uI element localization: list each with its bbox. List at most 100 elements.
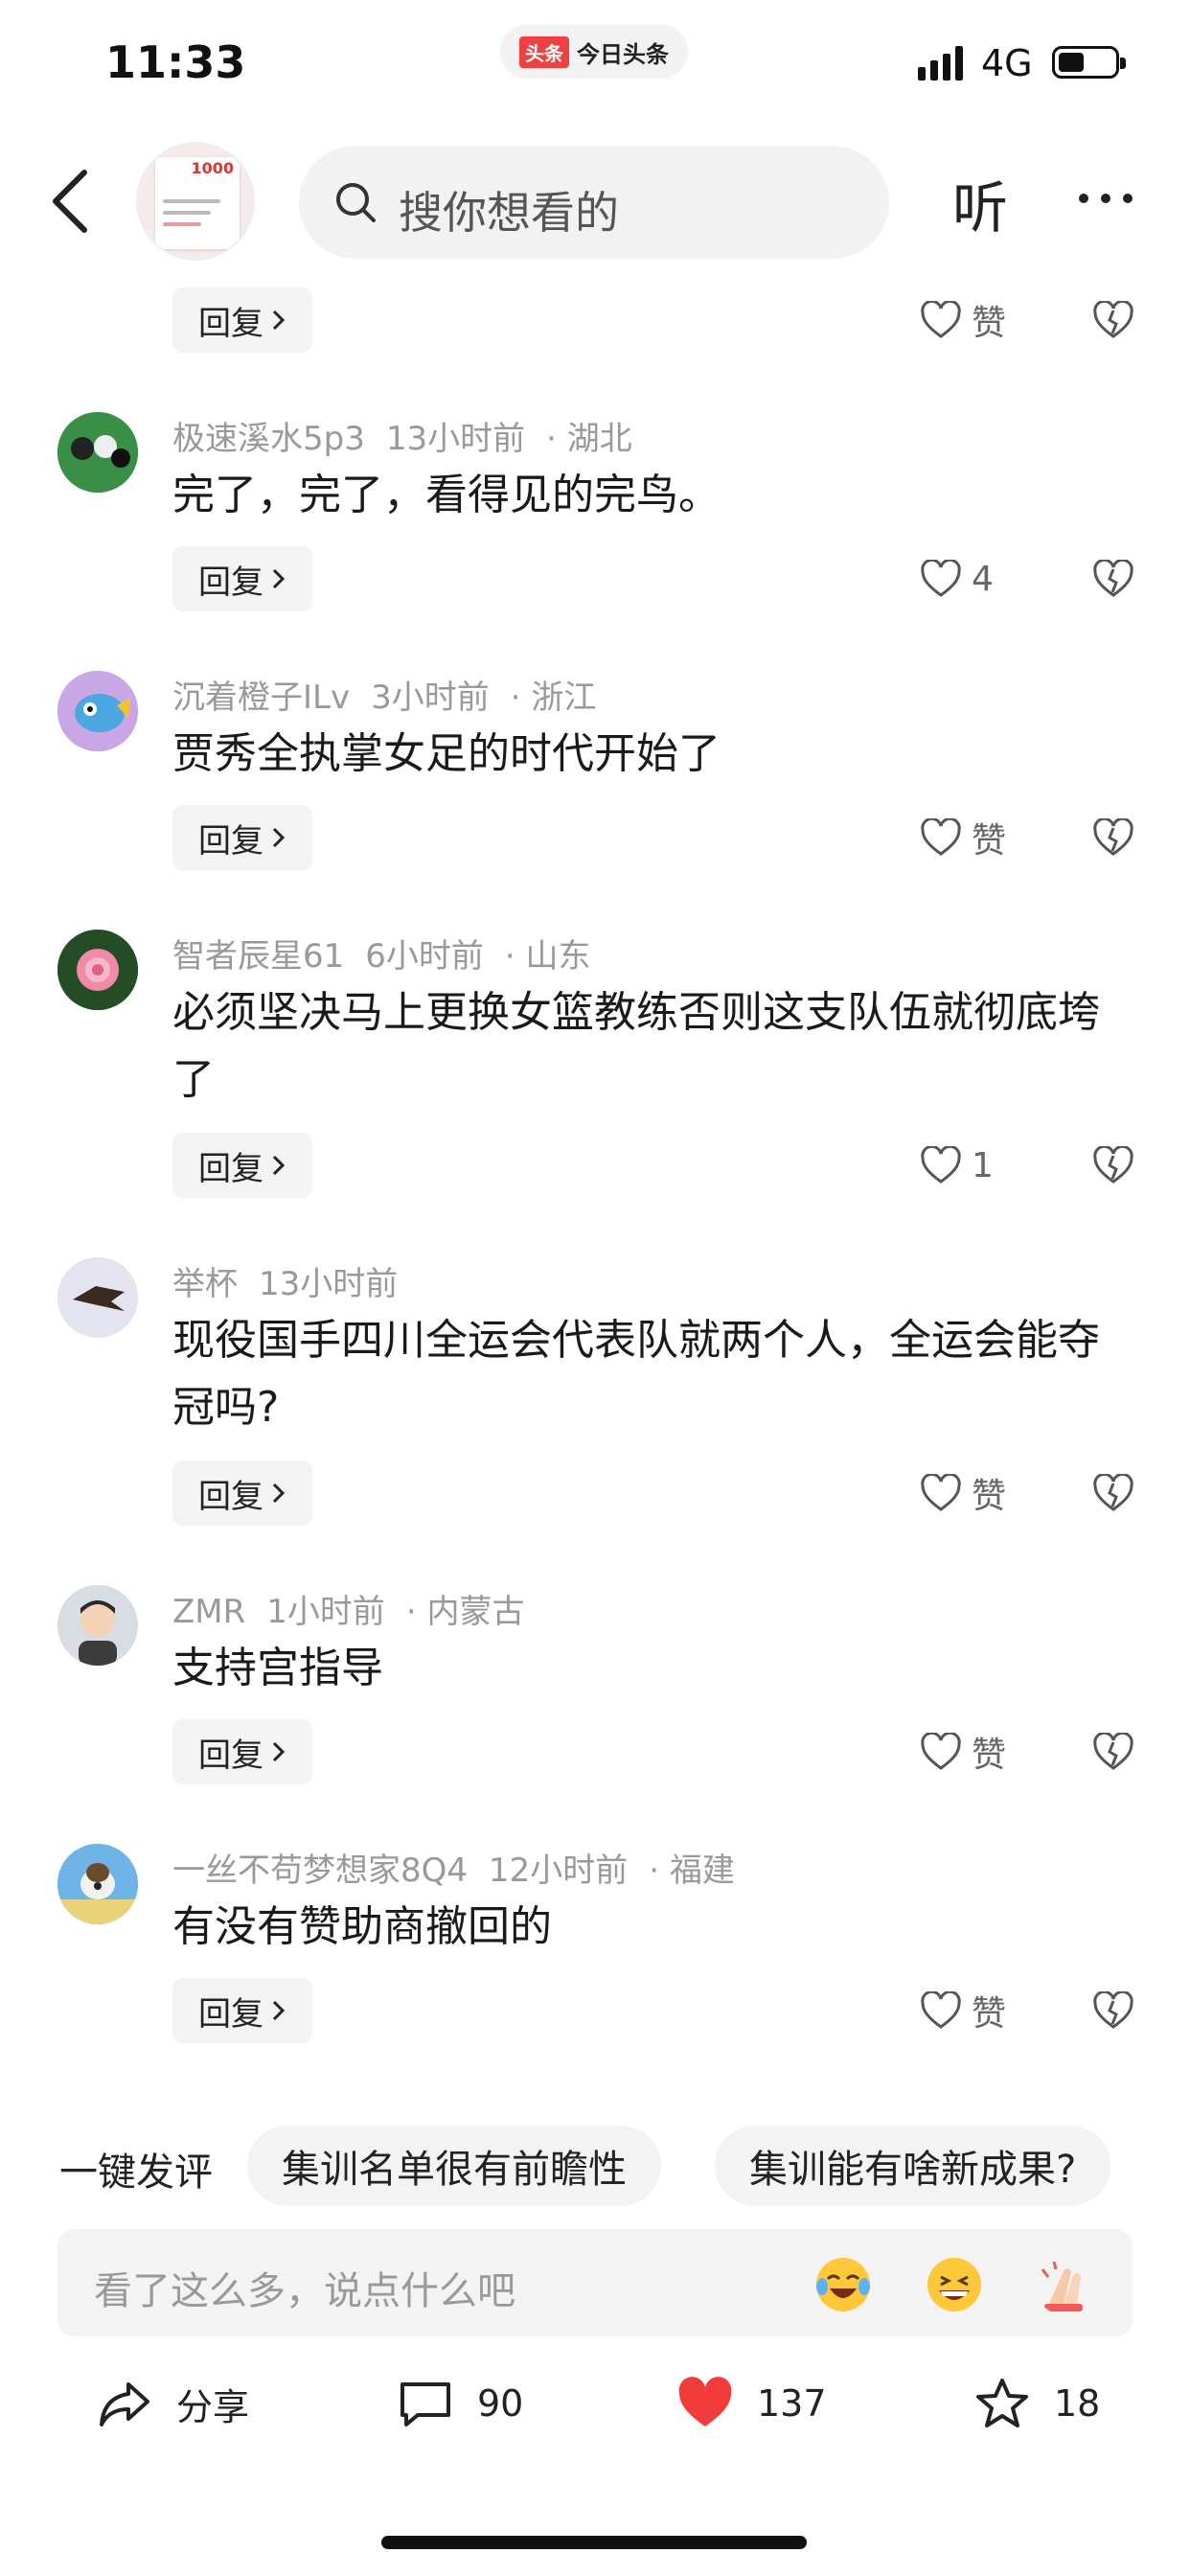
comment-text: 贾秀全执掌女足的时代开始了 <box>172 729 721 778</box>
article-thumbnail[interactable]: 1000 <box>136 142 255 261</box>
app-badge: 头条 <box>519 35 569 68</box>
like-article-button[interactable]: 137 <box>676 2377 827 2430</box>
chevron-right-icon <box>272 568 286 589</box>
avatar[interactable] <box>57 930 138 1010</box>
comment-icon <box>400 2382 450 2426</box>
quick-comment-chip[interactable]: 集训能有啥新成果? <box>715 2126 1111 2206</box>
comment-input[interactable]: 看了这么多，说点什么吧 <box>57 2229 1133 2336</box>
comment-meta: 举杯 13小时前 <box>172 1257 419 1304</box>
reply-button[interactable]: 回复 <box>172 805 312 870</box>
heart-icon <box>921 560 961 597</box>
comment-placeholder: 看了这么多，说点什么吧 <box>94 2269 515 2313</box>
like-count: 赞 <box>972 821 1007 861</box>
home-indicator[interactable] <box>381 2536 807 2549</box>
laughing-crying-emoji-icon[interactable] <box>812 2254 874 2315</box>
broken-heart-icon[interactable] <box>1092 1474 1134 1512</box>
like-button[interactable]: 赞 <box>920 805 1006 870</box>
reply-button[interactable]: 回复 <box>172 1978 312 2043</box>
back-icon[interactable] <box>42 167 100 236</box>
comment-count: 90 <box>477 2382 524 2425</box>
comment-meta: 一丝不苟梦想家8Q4 12小时前 · 福建 <box>172 1844 756 1891</box>
reply-label: 回复 <box>198 821 263 861</box>
like-button[interactable]: 赞 <box>920 288 1006 353</box>
avatar[interactable] <box>57 1257 138 1338</box>
username[interactable]: 沉着橙子ILv <box>172 678 350 717</box>
status-bar: 11:33 头条 今日头条 4G <box>0 0 1190 125</box>
username[interactable]: ZMR <box>172 1593 245 1631</box>
avatar[interactable] <box>57 1844 138 1924</box>
comment-text: 必须坚决马上更换女篮教练否则这支队伍就彻底垮了 <box>172 988 1100 1104</box>
share-button[interactable]: 分享 <box>96 2377 249 2430</box>
comment-meta: ZMR 1小时前 · 内蒙古 <box>172 1585 546 1632</box>
like-count: 4 <box>972 559 994 599</box>
reply-button[interactable]: 回复 <box>172 1133 312 1198</box>
broken-heart-icon[interactable] <box>1092 1991 1134 2030</box>
reply-label: 回复 <box>198 304 263 343</box>
broken-heart-icon[interactable] <box>1092 1733 1134 1771</box>
clapping-hands-icon[interactable] <box>1035 2254 1096 2315</box>
username[interactable]: 智者辰星61 <box>172 937 344 976</box>
reply-button[interactable]: 回复 <box>172 546 312 611</box>
comment-meta: 智者辰星61 6小时前 · 山东 <box>172 930 612 977</box>
reply-label: 回复 <box>198 1736 263 1775</box>
app-indicator: 头条 今日头条 <box>500 25 688 79</box>
search-placeholder: 搜你想看的 <box>399 187 619 239</box>
chevron-right-icon <box>272 310 286 331</box>
chevron-right-icon <box>272 1741 286 1762</box>
username[interactable]: 一丝不苟梦想家8Q4 <box>172 1852 468 1890</box>
broken-heart-icon[interactable] <box>1092 818 1134 857</box>
like-count-total: 137 <box>757 2382 827 2425</box>
like-button[interactable]: 1 <box>920 1133 994 1198</box>
comment-meta: 沉着橙子ILv 3小时前 · 浙江 <box>172 671 617 718</box>
like-button[interactable]: 4 <box>920 546 994 611</box>
more-icon[interactable] <box>1077 192 1134 205</box>
like-count: 赞 <box>972 304 1007 343</box>
comment-time: 13小时前 <box>385 420 526 458</box>
comment-location: · 福建 <box>649 1852 735 1890</box>
like-count: 赞 <box>972 1477 1007 1516</box>
quick-comment-chip[interactable]: 集训名单很有前瞻性 <box>247 2126 661 2206</box>
comment-time: 1小时前 <box>266 1593 385 1631</box>
comment-time: 3小时前 <box>371 678 490 717</box>
reply-label: 回复 <box>198 563 263 602</box>
like-button[interactable]: 赞 <box>920 1460 1006 1526</box>
avatar[interactable] <box>57 412 138 493</box>
listen-button[interactable]: 听 <box>952 163 1008 243</box>
app-name: 今日头条 <box>577 40 669 68</box>
reply-button[interactable]: 回复 <box>172 1719 312 1784</box>
signal-icon <box>918 46 963 80</box>
reply-button[interactable]: 回复 <box>172 1460 312 1526</box>
share-icon <box>100 2382 149 2426</box>
username[interactable]: 极速溪水5p3 <box>172 420 365 458</box>
battery-icon <box>1052 46 1126 79</box>
network-type: 4G <box>981 42 1033 84</box>
heart-icon <box>921 818 961 856</box>
bottom-action-bar: 分享 90 137 18 <box>0 2367 1190 2453</box>
comment-location: · 浙江 <box>510 678 597 717</box>
reply-button[interactable]: 回复 <box>172 288 312 353</box>
search-input[interactable]: 搜你想看的 <box>299 146 889 259</box>
chevron-right-icon <box>272 1155 286 1176</box>
comment-text: 支持宫指导 <box>172 1644 383 1692</box>
heart-icon <box>921 1474 961 1511</box>
star-icon <box>976 2379 1028 2427</box>
like-button[interactable]: 赞 <box>920 1978 1006 2043</box>
broken-heart-icon[interactable] <box>1092 1146 1134 1184</box>
comments-button[interactable]: 90 <box>397 2377 523 2430</box>
chevron-right-icon <box>272 2000 286 2021</box>
favorite-button[interactable]: 18 <box>973 2377 1100 2430</box>
avatar[interactable] <box>57 671 138 751</box>
grinning-emoji-icon[interactable] <box>924 2254 985 2315</box>
like-count: 赞 <box>972 1994 1007 2034</box>
comment-text: 完了，完了，看得见的完鸟。 <box>172 471 721 519</box>
avatar[interactable] <box>57 1585 138 1666</box>
broken-heart-icon[interactable] <box>1092 301 1134 339</box>
comment-location: · 内蒙古 <box>405 1593 525 1631</box>
username[interactable]: 举杯 <box>172 1265 238 1303</box>
favorite-count: 18 <box>1054 2382 1101 2425</box>
search-icon <box>336 183 376 222</box>
like-count: 赞 <box>972 1736 1007 1775</box>
heart-filled-icon <box>678 2377 732 2426</box>
like-button[interactable]: 赞 <box>920 1719 1006 1784</box>
broken-heart-icon[interactable] <box>1092 560 1134 598</box>
